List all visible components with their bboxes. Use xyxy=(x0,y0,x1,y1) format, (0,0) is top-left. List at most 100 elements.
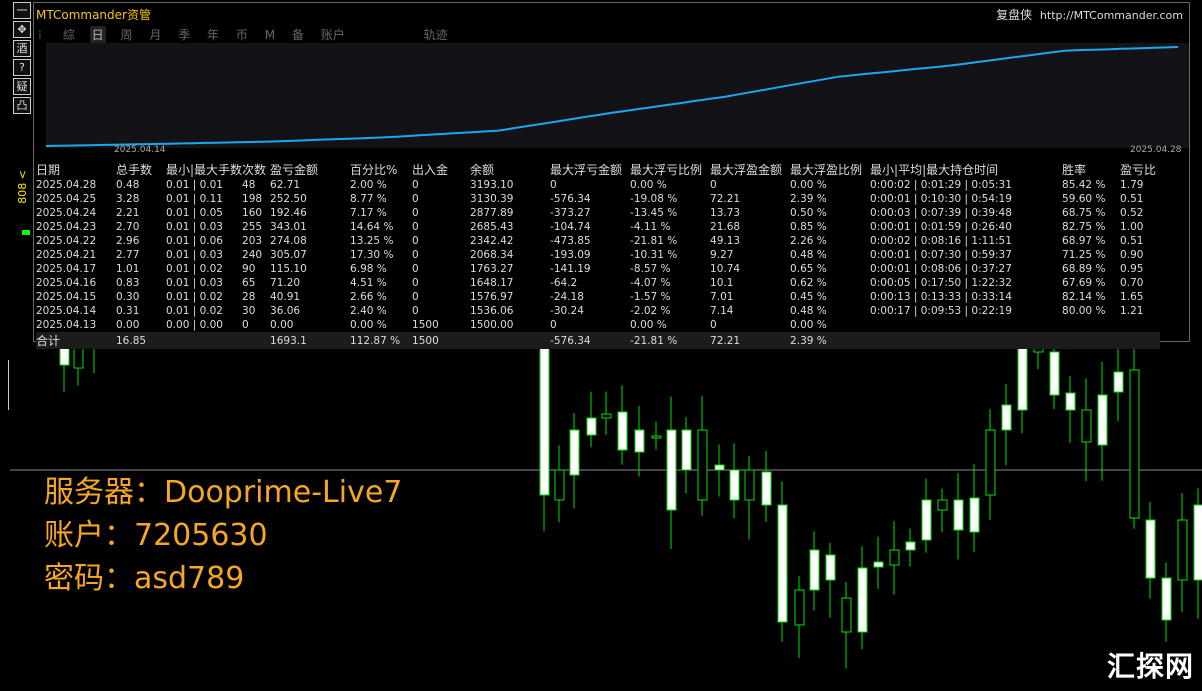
table-cell: 2025.04.17 xyxy=(36,263,97,275)
tab-currency[interactable]: 币 xyxy=(234,26,250,43)
table-row[interactable]: 2025.04.13 0.00 0.00 | 0.00 0 0.00 0.00 % 1500… xyxy=(36,318,1160,332)
candle-body xyxy=(714,464,725,471)
candle-body xyxy=(666,429,677,511)
table-cell: 0.01 | 0.02 xyxy=(166,305,223,317)
table-cell: 0.83 xyxy=(116,277,140,289)
candle-body xyxy=(1161,577,1172,621)
table-cell: 2025.04.21 xyxy=(36,249,97,261)
tab-week[interactable]: 周 xyxy=(119,26,135,43)
total-cell xyxy=(166,332,243,349)
column-header[interactable]: 最小|最大手数 xyxy=(166,161,242,178)
candle-body xyxy=(1049,351,1060,396)
table-cell: 0.01 | 0.03 xyxy=(166,277,223,289)
table-cell: -4.11 % xyxy=(630,221,671,233)
table-cell: 65 xyxy=(242,277,256,289)
table-cell: 62.71 xyxy=(270,179,301,191)
table-cell: 0:00:01 | 0:01:59 | 0:26:40 xyxy=(870,221,1012,233)
toolbar-button-3[interactable]: 酒 xyxy=(13,40,31,57)
tab-day[interactable]: 日 xyxy=(89,26,106,43)
panel-brand: 复盘侠 http://MTCommander.com xyxy=(996,6,1183,23)
column-header[interactable]: 总手数 xyxy=(116,161,166,178)
total-cell: 112.87 % xyxy=(350,332,413,349)
column-header[interactable]: 胜率 xyxy=(1062,161,1120,178)
column-header[interactable]: 最大浮盈比例 xyxy=(790,161,870,178)
equity-curve xyxy=(46,46,1179,147)
table-cell: 0:00:01 | 0:10:30 | 0:54:19 xyxy=(870,193,1012,205)
candle-body xyxy=(857,567,868,633)
account-info: 账户：7205630 xyxy=(44,518,268,553)
table-cell: 68.89 % xyxy=(1062,263,1106,275)
tab-track[interactable]: 轨迹 xyxy=(422,26,450,43)
tab-summary[interactable]: 综 xyxy=(61,26,77,43)
column-header[interactable]: 盈亏比 xyxy=(1120,161,1160,178)
column-header[interactable]: 日期 xyxy=(36,161,116,178)
panel-title: MTCommander资管 xyxy=(36,8,151,22)
table-cell: -373.27 xyxy=(550,207,591,219)
minimize-button[interactable]: 一 xyxy=(13,2,31,19)
table-row[interactable]: 2025.04.17 1.01 0.01 | 0.02 90 115.10 6.98 % 0… xyxy=(36,262,1160,276)
column-header[interactable]: 最大浮亏比例 xyxy=(630,161,710,178)
column-header[interactable]: 百分比% xyxy=(350,161,412,178)
brand-link[interactable]: http://MTCommander.com xyxy=(1040,9,1183,22)
drag-handle-icon[interactable]: ⁞ xyxy=(36,28,48,42)
table-cell: 0.48 xyxy=(116,179,140,191)
table-row[interactable]: 2025.04.24 2.21 0.01 | 0.05 160 192.46 7.17 %… xyxy=(36,206,1160,220)
help-button[interactable]: ? xyxy=(13,59,31,76)
table-cell: 2025.04.25 xyxy=(36,193,97,205)
candle-body xyxy=(539,339,550,496)
table-cell: 0 xyxy=(412,291,419,303)
tab-account[interactable]: 账户 xyxy=(319,26,347,43)
table-cell: 343.01 xyxy=(270,221,307,233)
move-icon[interactable]: ✥ xyxy=(13,21,31,38)
toolbar-button-5[interactable]: 疑 xyxy=(13,78,31,95)
table-row[interactable]: 2025.04.22 2.96 0.01 | 0.06 203 274.08 13.25 … xyxy=(36,234,1160,248)
table-cell: 2685.43 xyxy=(470,221,514,233)
table-cell: 71.20 xyxy=(270,277,301,289)
table-cell: 2.00 % xyxy=(350,179,387,191)
table-row[interactable]: 2025.04.25 3.28 0.01 | 0.11 198 252.50 8.77 %… xyxy=(36,192,1160,206)
table-cell: 0 xyxy=(710,319,717,331)
table-cell: 1.01 xyxy=(116,263,140,275)
column-header[interactable]: 最小|平均|最大持仓时间 xyxy=(870,161,1062,178)
tab-year[interactable]: 年 xyxy=(205,26,221,43)
column-header[interactable]: 最大浮盈金额 xyxy=(710,161,790,178)
table-row[interactable]: 2025.04.14 0.31 0.01 | 0.02 30 36.06 2.40 % 0 1… xyxy=(36,304,1160,318)
table-cell: 1500.00 xyxy=(470,319,514,331)
table-cell: 3130.39 xyxy=(470,193,514,205)
table-cell: 0.01 | 0.03 xyxy=(166,221,223,233)
table-cell: 2025.04.13 xyxy=(36,319,97,331)
total-cell: -21.81 % xyxy=(630,332,711,349)
table-row[interactable]: 2025.04.28 0.48 0.01 | 0.01 48 62.71 2.00 % 0 3… xyxy=(36,178,1160,192)
table-row[interactable]: 2025.04.16 0.83 0.01 | 0.03 65 71.20 4.51 % 0 1… xyxy=(36,276,1160,290)
tab-quarter[interactable]: 季 xyxy=(176,26,192,43)
tab-note[interactable]: 备 xyxy=(290,26,306,43)
column-header[interactable]: 最大浮亏金额 xyxy=(550,161,630,178)
table-cell: -193.09 xyxy=(550,249,591,261)
tab-m[interactable]: M xyxy=(263,28,277,42)
table-row[interactable]: 2025.04.21 2.77 0.01 | 0.03 240 305.07 17.30 … xyxy=(36,248,1160,262)
column-header[interactable]: 盈亏金额 xyxy=(270,161,350,178)
column-header[interactable]: 余额 xyxy=(470,161,550,178)
table-cell xyxy=(1062,318,1120,332)
table-cell: 3.28 xyxy=(116,193,140,205)
tab-month[interactable]: 月 xyxy=(147,26,163,43)
total-cell: 1500 xyxy=(412,332,471,349)
candle-body xyxy=(794,589,805,626)
table-cell: 0.00 % xyxy=(630,179,667,191)
column-header[interactable]: 次数 xyxy=(242,161,270,178)
candle-body xyxy=(729,469,740,501)
table-cell: 2.77 xyxy=(116,249,140,261)
total-cell xyxy=(1062,332,1121,349)
candle-body xyxy=(634,429,645,453)
table-row[interactable]: 2025.04.15 0.30 0.01 | 0.02 28 40.91 2.66 % 0 1… xyxy=(36,290,1160,304)
table-row[interactable]: 2025.04.23 2.70 0.01 | 0.03 255 343.01 14.64 … xyxy=(36,220,1160,234)
column-header[interactable]: 出入金 xyxy=(412,161,470,178)
table-cell: 0.01 | 0.11 xyxy=(166,193,223,205)
table-cell: 0:00:03 | 0:07:39 | 0:39:48 xyxy=(870,207,1012,219)
table-cell: 0.62 % xyxy=(790,277,827,289)
table-cell: 21.68 xyxy=(710,221,741,233)
brand-name: 复盘侠 xyxy=(996,8,1033,22)
table-cell: 48 xyxy=(242,179,256,191)
toolbar-button-6[interactable]: 凸 xyxy=(13,97,31,114)
table-cell: 0.00 % xyxy=(790,319,827,331)
